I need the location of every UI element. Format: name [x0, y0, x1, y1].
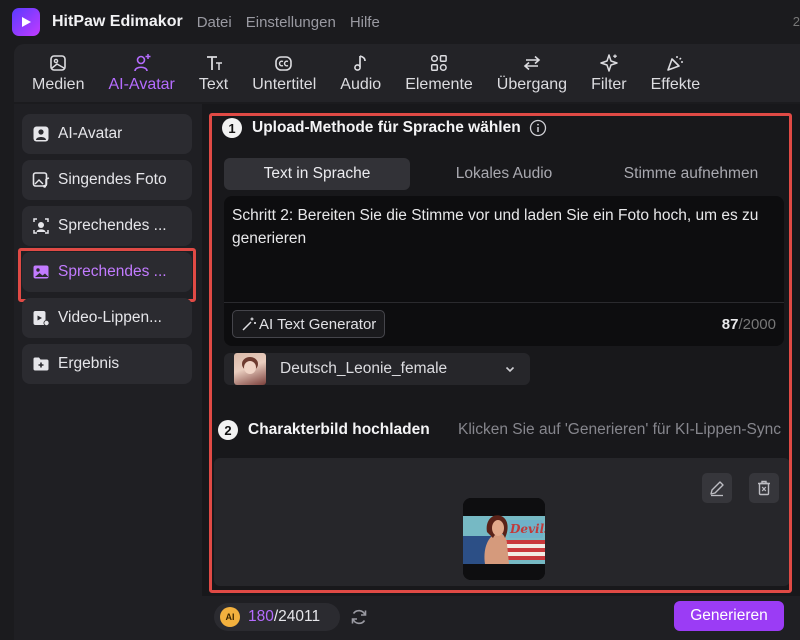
titlebar-edge-text: 2: [792, 14, 800, 29]
delete-image-button[interactable]: [749, 473, 779, 503]
tool-untertitel[interactable]: Untertitel: [240, 44, 328, 102]
tab-stimme-aufnehmen[interactable]: Stimme aufnehmen: [598, 158, 784, 190]
info-icon[interactable]: [529, 119, 547, 137]
sidebar-item-ergebnis[interactable]: Ergebnis: [22, 344, 192, 384]
voice-name: Deutsch_Leonie_female: [280, 360, 448, 377]
ai-avatar-icon: [133, 53, 151, 71]
ai-text-generator-button[interactable]: AI Text Generator: [232, 310, 386, 338]
text-icon: [206, 55, 222, 70]
credits-total: /24011: [273, 608, 321, 625]
sidebar-item-label: Singendes Foto: [58, 171, 167, 188]
chevron-down-icon: [505, 366, 515, 373]
main-toolbar: Medien AI-Avatar Text Untertitel Audio E…: [14, 44, 800, 102]
pencil-icon: [710, 481, 724, 497]
trash-icon: [758, 480, 770, 496]
step1-title: 1 Upload-Methode für Sprache wählen: [222, 118, 547, 138]
subtitle-icon: [275, 55, 293, 71]
sidebar-item-sprechendes-foto[interactable]: Sprechendes ...: [18, 248, 196, 302]
tool-label: AI-Avatar: [108, 75, 175, 93]
credits-used: 180: [248, 608, 274, 625]
sidebar-item-ai-avatar[interactable]: AI-Avatar: [22, 114, 192, 154]
char-max: /2000: [738, 316, 776, 333]
menu-einstellungen[interactable]: Einstellungen: [246, 14, 336, 31]
tool-text[interactable]: Text: [187, 44, 240, 102]
voice-select[interactable]: Deutsch_Leonie_female: [224, 353, 530, 385]
char-count: 87: [721, 316, 739, 333]
tool-medien[interactable]: Medien: [20, 44, 96, 102]
tool-uebergang[interactable]: Übergang: [485, 44, 579, 102]
avatar-icon: [33, 126, 49, 142]
tool-label: Medien: [32, 75, 85, 93]
sidebar-item-label: Sprechendes ...: [58, 263, 167, 280]
sidebar: AI-Avatar Singendes Foto Sprechendes ...…: [14, 104, 202, 640]
tool-audio[interactable]: Audio: [328, 44, 393, 102]
tool-effekte[interactable]: Effekte: [639, 44, 713, 102]
tool-label: Untertitel: [252, 75, 317, 93]
character-image-text: Devils: [510, 522, 545, 536]
transition-icon: [523, 55, 541, 70]
voice-avatar: [234, 353, 266, 385]
character-image-picture: [463, 498, 545, 580]
edit-image-button[interactable]: [702, 473, 732, 503]
sidebar-item-label: Video-Lippen...: [58, 309, 162, 326]
tool-label: Effekte: [650, 75, 701, 93]
step2-title-text: Charakterbild hochladen: [248, 421, 430, 438]
elements-icon: [430, 54, 447, 71]
sidebar-item-sprechendes-kopf[interactable]: Sprechendes ...: [22, 206, 192, 246]
tool-label: Text: [198, 75, 229, 93]
talking-photo-icon: [33, 265, 49, 279]
char-counter: 87/2000: [722, 316, 776, 333]
title-bar: HitPaw Edimakor Datei Einstellungen Hilf…: [0, 0, 800, 44]
divider: [224, 302, 784, 303]
effects-icon: [667, 55, 684, 71]
step1-title-text: Upload-Methode für Sprache wählen: [252, 119, 521, 136]
media-icon: [50, 54, 67, 71]
lip-sync-icon: [33, 311, 50, 326]
step-number: 1: [222, 118, 242, 138]
ai-credit-icon: AI: [220, 607, 240, 627]
tool-label: Elemente: [405, 75, 473, 93]
tool-elemente[interactable]: Elemente: [393, 44, 485, 102]
sidebar-item-label: AI-Avatar: [58, 125, 123, 142]
app-name: HitPaw Edimakor: [52, 13, 183, 30]
filter-icon: [600, 53, 618, 72]
step-number: 2: [218, 420, 238, 440]
talking-head-icon: [33, 218, 49, 234]
step2-title: 2 Charakterbild hochladen: [218, 420, 430, 440]
tool-label: Audio: [340, 75, 382, 93]
sidebar-item-singendes-foto[interactable]: Singendes Foto: [22, 160, 192, 200]
menu-hilfe[interactable]: Hilfe: [350, 14, 380, 31]
step2-hint: Klicken Sie auf 'Generieren' für KI-Lipp…: [458, 421, 781, 438]
character-image[interactable]: Devils: [463, 498, 545, 580]
ai-text-generator-label: AI Text Generator: [259, 315, 377, 333]
magic-wand-icon: [242, 317, 256, 331]
refresh-icon[interactable]: [349, 607, 369, 627]
sidebar-item-label: Sprechendes ...: [58, 217, 167, 234]
tool-filter[interactable]: Filter: [579, 44, 639, 102]
tool-label: Filter: [591, 75, 627, 93]
folder-icon: [33, 357, 49, 371]
credits-display: AI 180 /24011: [214, 603, 340, 631]
tab-text-in-sprache[interactable]: Text in Sprache: [224, 158, 410, 190]
sidebar-item-video-lippen[interactable]: Video-Lippen...: [22, 298, 192, 338]
audio-icon: [353, 54, 366, 71]
tool-ai-avatar[interactable]: AI-Avatar: [96, 44, 186, 102]
generate-button[interactable]: Generieren: [674, 601, 784, 631]
tool-label: Übergang: [496, 75, 568, 93]
speech-text-area[interactable]: Schritt 2: Bereiten Sie die Stimme vor u…: [224, 196, 784, 346]
menu-datei[interactable]: Datei: [197, 14, 232, 31]
speech-text[interactable]: Schritt 2: Bereiten Sie die Stimme vor u…: [232, 204, 777, 250]
singing-photo-icon: [32, 172, 50, 188]
voice-upload-tabs: Text in Sprache Lokales Audio Stimme auf…: [224, 158, 784, 190]
tab-lokales-audio[interactable]: Lokales Audio: [410, 158, 598, 190]
app-logo-icon: [12, 8, 40, 36]
sidebar-item-label: Ergebnis: [58, 355, 120, 372]
